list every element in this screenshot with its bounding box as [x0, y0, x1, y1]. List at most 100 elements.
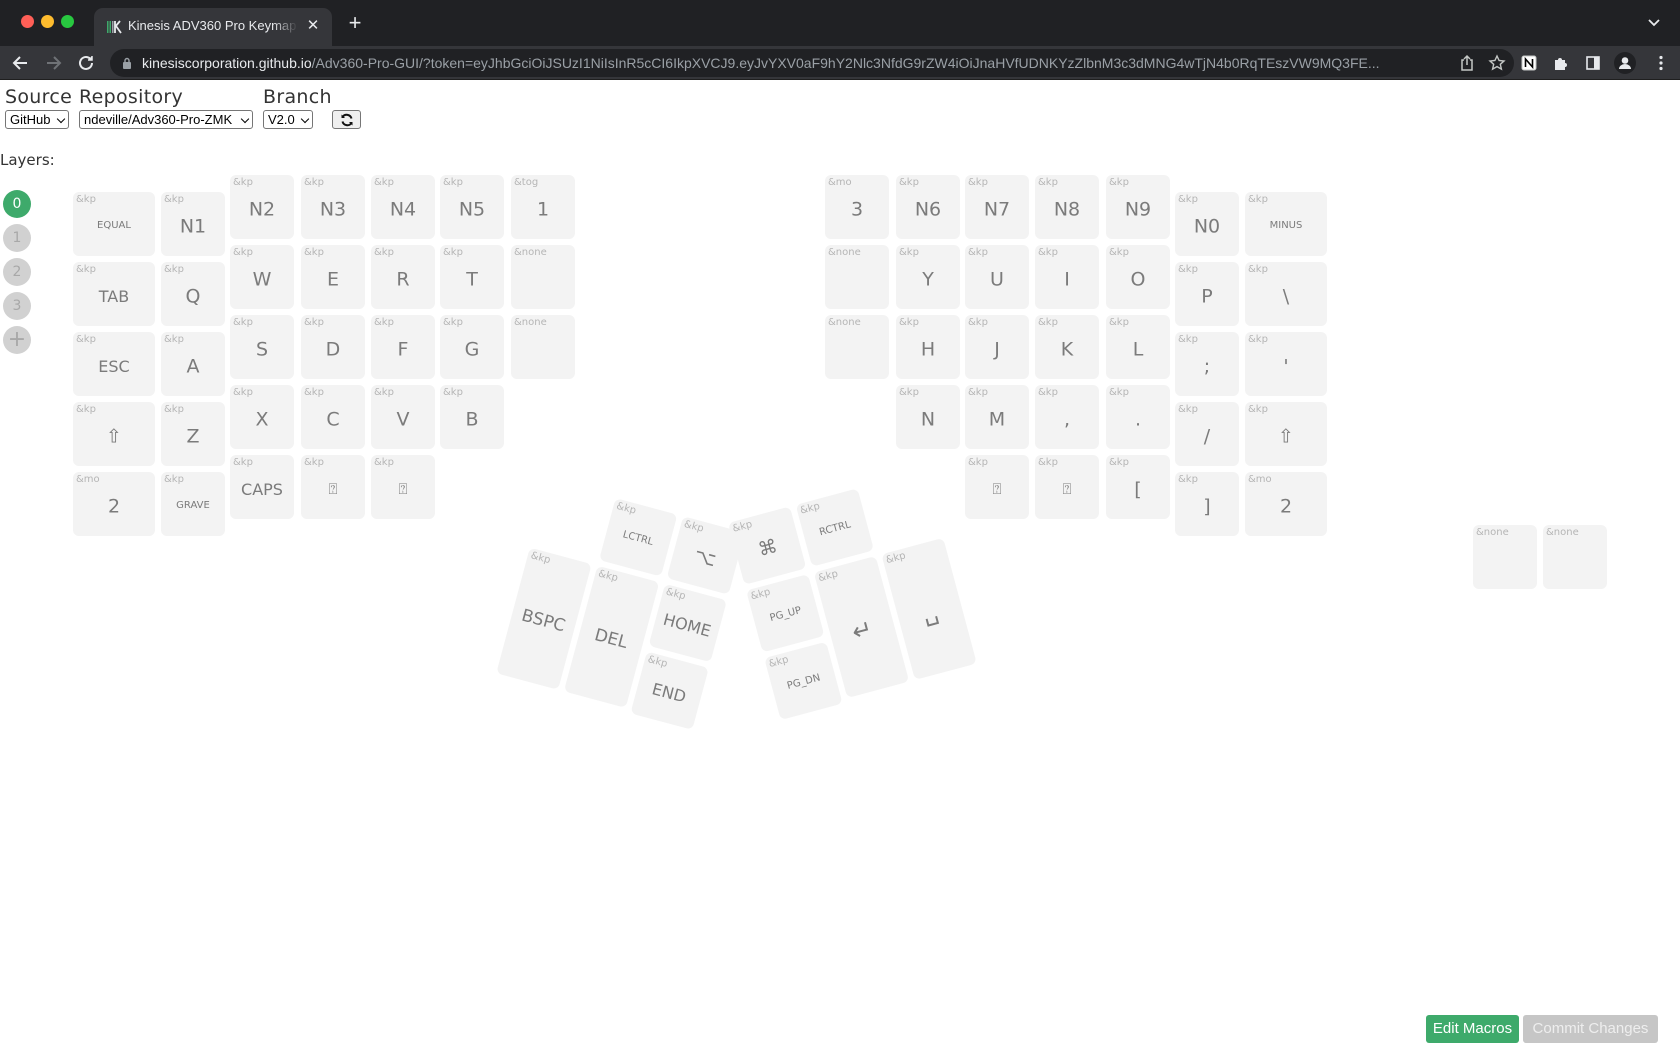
address-bar[interactable]: kinesiscorporation.github.io/Adv360-Pro-…: [110, 49, 1514, 77]
key-right-29[interactable]: &kp [: [1106, 455, 1170, 519]
key-right-10[interactable]: &kp I: [1035, 245, 1099, 309]
key-left-7[interactable]: &kp TAB: [73, 262, 155, 326]
key-left-6[interactable]: &tog 1: [511, 175, 575, 239]
key-right-8[interactable]: &kp Y: [896, 245, 960, 309]
key-left-21[interactable]: &kp ⇧: [73, 402, 155, 466]
key-right-19[interactable]: &kp;: [1175, 332, 1239, 396]
extensions-puzzle-icon[interactable]: [1552, 54, 1570, 72]
notion-extension-icon[interactable]: [1520, 54, 1538, 72]
thumb-left-key-5[interactable]: &kp END: [630, 651, 709, 730]
profile-avatar-icon[interactable]: [1614, 52, 1636, 74]
key-right-26[interactable]: &kp ⇧: [1245, 402, 1327, 466]
key-right-31[interactable]: &mo 2: [1245, 472, 1327, 536]
key-left-18[interactable]: &kp F: [371, 315, 435, 379]
key-right-16[interactable]: &kp J: [965, 315, 1029, 379]
key-right-3[interactable]: &kp N8: [1035, 175, 1099, 239]
key-right-23[interactable]: &kp,: [1035, 385, 1099, 449]
key-right-22[interactable]: &kp M: [965, 385, 1029, 449]
back-arrow-icon[interactable]: [10, 52, 32, 74]
key-right-6[interactable]: &kp MINUS: [1245, 192, 1327, 256]
maximize-window-button[interactable]: [61, 15, 74, 28]
key-left-28[interactable]: &kp GRAVE: [161, 472, 225, 536]
new-tab-button[interactable]: +: [344, 12, 366, 34]
key-right-25[interactable]: &kp /: [1175, 402, 1239, 466]
share-icon[interactable]: [1458, 54, 1476, 72]
key-left-12[interactable]: &kp T: [440, 245, 504, 309]
key-right-12[interactable]: &kp P: [1175, 262, 1239, 326]
side-panel-icon[interactable]: [1584, 54, 1602, 72]
key-right-24[interactable]: &kp.: [1106, 385, 1170, 449]
tab-close-icon[interactable]: ✕: [304, 17, 322, 35]
refresh-button[interactable]: [332, 110, 361, 129]
key-right-2[interactable]: &kp N7: [965, 175, 1029, 239]
layer-button-0[interactable]: 0: [3, 190, 31, 218]
layer-button-3[interactable]: 3: [3, 292, 31, 320]
browser-tab[interactable]: Kinesis ADV360 Pro Keymap Editor ✕: [94, 8, 332, 46]
thumb-left-key-0[interactable]: &kp LCTRL: [599, 498, 678, 577]
key-left-10[interactable]: &kp E: [301, 245, 365, 309]
forward-arrow-icon[interactable]: [42, 52, 64, 74]
key-left-13[interactable]: &none: [511, 245, 575, 309]
key-left-9[interactable]: &kp W: [230, 245, 294, 309]
reload-icon[interactable]: [75, 52, 97, 74]
edit-macros-button[interactable]: Edit Macros: [1426, 1015, 1519, 1043]
key-right-14[interactable]: &none: [825, 315, 889, 379]
key-left-16[interactable]: &kp S: [230, 315, 294, 379]
key-right-27[interactable]: &kp ⍰: [965, 455, 1029, 519]
key-left-15[interactable]: &kp A: [161, 332, 225, 396]
key-right-11[interactable]: &kp O: [1106, 245, 1170, 309]
key-left-24[interactable]: &kp C: [301, 385, 365, 449]
key-right-28[interactable]: &kp ⍰: [1035, 455, 1099, 519]
key-right-9[interactable]: &kp U: [965, 245, 1029, 309]
key-right-21[interactable]: &kp N: [896, 385, 960, 449]
thumb-left-key-4[interactable]: &kp HOME: [648, 583, 727, 663]
close-window-button[interactable]: [21, 15, 34, 28]
key-right-0[interactable]: &mo 3: [825, 175, 889, 239]
key-left-23[interactable]: &kp X: [230, 385, 294, 449]
key-right-1[interactable]: &kp N6: [896, 175, 960, 239]
key-right-13[interactable]: &kp \: [1245, 262, 1327, 326]
key-left-3[interactable]: &kp N3: [301, 175, 365, 239]
key-right-5[interactable]: &kp N0: [1175, 192, 1239, 256]
bookmark-star-icon[interactable]: [1488, 54, 1506, 72]
key-left-31[interactable]: &kp ⍰: [371, 455, 435, 519]
key-right-30[interactable]: &kp]: [1175, 472, 1239, 536]
add-layer-button[interactable]: +: [3, 326, 31, 354]
key-right-4[interactable]: &kp N9: [1106, 175, 1170, 239]
repository-select[interactable]: ndeville/Adv360-Pro-ZMK: [79, 110, 253, 129]
key-left-14[interactable]: &kp ESC: [73, 332, 155, 396]
more-menu-icon[interactable]: [1652, 54, 1670, 72]
key-left-0[interactable]: &kp EQUAL: [73, 192, 155, 256]
key-left-19[interactable]: &kp G: [440, 315, 504, 379]
key-left-5[interactable]: &kp N5: [440, 175, 504, 239]
key-right-17[interactable]: &kp K: [1035, 315, 1099, 379]
key-left-8[interactable]: &kp Q: [161, 262, 225, 326]
key-left-22[interactable]: &kp Z: [161, 402, 225, 466]
key-left-17[interactable]: &kp D: [301, 315, 365, 379]
thumb-right-key-5[interactable]: &kp PG_DN: [764, 641, 843, 721]
source-select[interactable]: GitHub: [5, 110, 69, 129]
key-left-26[interactable]: &kp B: [440, 385, 504, 449]
commit-changes-button[interactable]: Commit Changes: [1523, 1015, 1658, 1043]
key-left-4[interactable]: &kp N4: [371, 175, 435, 239]
key-left-11[interactable]: &kp R: [371, 245, 435, 309]
key-extra-1[interactable]: &none: [1543, 525, 1607, 589]
branch-select[interactable]: V2.0: [263, 110, 313, 129]
key-left-30[interactable]: &kp ⍰: [301, 455, 365, 519]
layer-button-2[interactable]: 2: [3, 258, 31, 286]
key-right-15[interactable]: &kp H: [896, 315, 960, 379]
thumb-right-key-1[interactable]: &kp RCTRL: [795, 488, 874, 567]
key-right-18[interactable]: &kp L: [1106, 315, 1170, 379]
tab-search-chevron-icon[interactable]: [1646, 14, 1662, 30]
key-left-1[interactable]: &kp N1: [161, 192, 225, 256]
key-left-27[interactable]: &mo 2: [73, 472, 155, 536]
key-right-7[interactable]: &none: [825, 245, 889, 309]
key-left-2[interactable]: &kp N2: [230, 175, 294, 239]
key-left-20[interactable]: &none: [511, 315, 575, 379]
key-right-20[interactable]: &kp ': [1245, 332, 1327, 396]
key-extra-0[interactable]: &none: [1473, 525, 1537, 589]
key-left-29[interactable]: &kp CAPS: [230, 455, 294, 519]
minimize-window-button[interactable]: [41, 15, 54, 28]
thumb-right-key-2[interactable]: &kp PG_UP: [746, 574, 825, 653]
key-left-25[interactable]: &kp V: [371, 385, 435, 449]
